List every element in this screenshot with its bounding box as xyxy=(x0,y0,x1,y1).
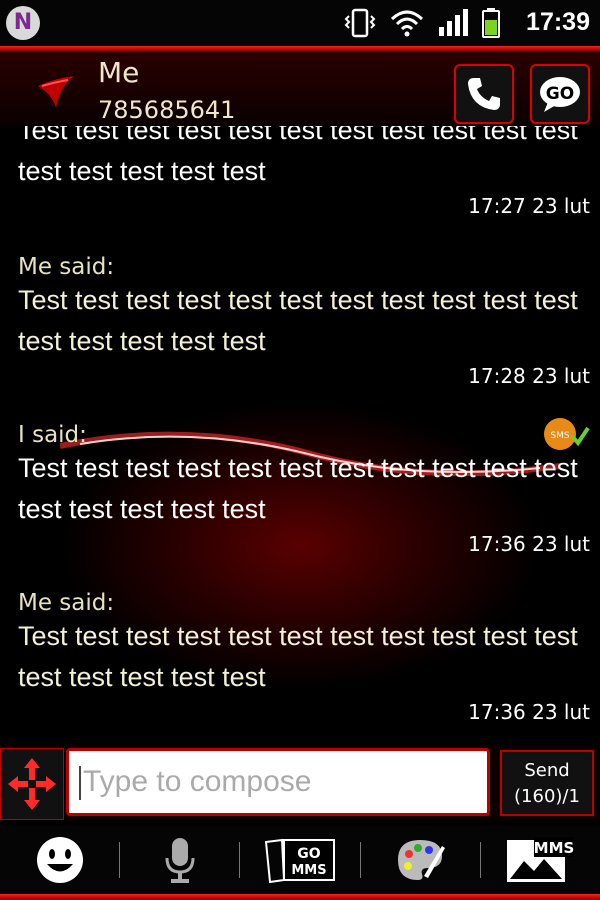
char-counter: (160)/1 xyxy=(514,786,580,807)
swoosh-logo-icon xyxy=(38,76,74,108)
message-list[interactable]: Test test test test test test test test … xyxy=(0,126,600,746)
bottom-divider xyxy=(0,894,600,900)
phone-icon xyxy=(468,78,500,110)
battery-icon xyxy=(482,8,500,38)
send-label: Send xyxy=(524,760,570,781)
move-button[interactable] xyxy=(0,748,64,820)
call-button[interactable] xyxy=(454,64,514,124)
sms-delivered-icon: SMS xyxy=(544,418,590,450)
message-item[interactable]: Me said: Test test test test test test t… xyxy=(18,254,590,388)
conversation-header: Me 785685641 GO xyxy=(0,52,600,126)
status-icons xyxy=(344,8,500,38)
theme-button[interactable] xyxy=(361,826,480,894)
message-body: Test test test test test test test test … xyxy=(18,453,578,524)
message-item[interactable]: Me said: Test test test test test test t… xyxy=(18,590,590,724)
svg-text:GO: GO xyxy=(297,846,320,862)
svg-text:GO: GO xyxy=(546,84,574,104)
go-mms-icon: GO MMS xyxy=(264,838,335,884)
message-timestamp: 17:36 23 lut xyxy=(468,532,590,556)
move-arrows-icon xyxy=(8,758,56,810)
compose-placeholder: Type to compose xyxy=(83,765,312,798)
compose-bar: Type to compose Send (160)/1 xyxy=(0,746,600,822)
message-item[interactable]: Test test test test test test test test … xyxy=(18,126,590,218)
notification-app-icon: N xyxy=(6,6,40,40)
svg-text:MMS: MMS xyxy=(291,863,326,878)
emoji-button[interactable] xyxy=(0,826,119,894)
svg-text:MMS: MMS xyxy=(534,839,575,857)
message-body: Test test test test test test test test … xyxy=(18,621,578,692)
bottom-toolbar: GO MMS MMS xyxy=(0,826,600,894)
clock: 17:39 xyxy=(526,8,590,36)
message-sender: I said: xyxy=(18,422,87,448)
microphone-icon xyxy=(165,838,195,883)
message-timestamp: 17:27 23 lut xyxy=(468,194,590,218)
message-timestamp: 17:36 23 lut xyxy=(468,700,590,724)
mms-picture-icon: MMS xyxy=(507,837,575,882)
send-button[interactable]: Send (160)/1 xyxy=(500,750,594,816)
go-button[interactable]: GO xyxy=(530,64,590,124)
message-body: Test test test test test test test test … xyxy=(18,126,578,186)
text-cursor xyxy=(79,766,81,801)
compose-input[interactable]: Type to compose xyxy=(66,748,490,816)
mms-button[interactable]: MMS xyxy=(481,826,600,894)
go-bubble-icon: GO xyxy=(540,77,580,112)
status-bar: N 17:39 xyxy=(0,0,600,46)
divider xyxy=(0,46,600,51)
voice-input-button[interactable] xyxy=(120,826,239,894)
vibrate-icon xyxy=(344,8,376,38)
message-sender: Me said: xyxy=(18,590,115,616)
contact-number: 785685641 xyxy=(98,96,236,124)
go-mms-button[interactable]: GO MMS xyxy=(240,826,359,894)
palette-icon xyxy=(398,840,446,880)
svg-text:SMS: SMS xyxy=(550,431,569,441)
signal-icon xyxy=(439,9,468,36)
smiley-icon xyxy=(36,837,83,883)
message-sender: Me said: xyxy=(18,254,115,280)
message-timestamp: 17:28 23 lut xyxy=(468,364,590,388)
contact-name: Me xyxy=(98,56,140,89)
wifi-icon xyxy=(390,10,424,37)
message-item[interactable]: I said: SMS Test test test test test tes… xyxy=(18,418,590,556)
message-body: Test test test test test test test test … xyxy=(18,285,578,356)
